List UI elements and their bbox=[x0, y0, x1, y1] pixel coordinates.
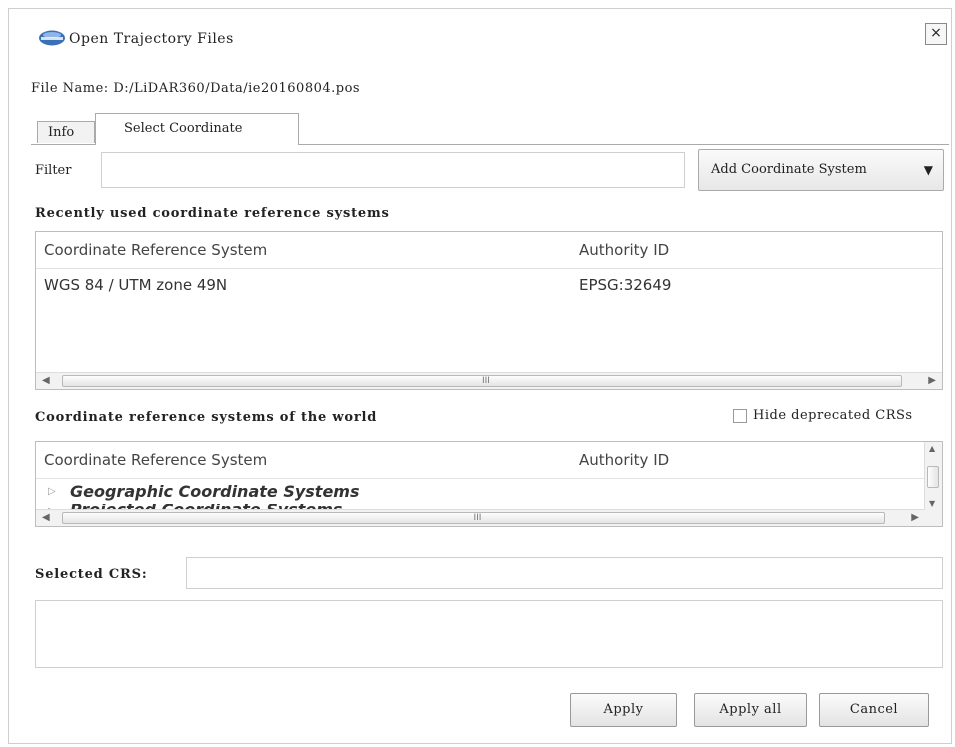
horizontal-scrollbar[interactable]: ◀ III ▶ bbox=[36, 372, 942, 389]
scroll-right-arrow-icon[interactable]: ▶ bbox=[911, 512, 919, 523]
crs-name-cell: WGS 84 / UTM zone 49N bbox=[44, 276, 228, 294]
open-trajectory-dialog: Open Trajectory Files × File Name: D:/Li… bbox=[8, 8, 952, 744]
recent-crs-table-header: Coordinate Reference System Authority ID bbox=[36, 232, 942, 269]
filter-label: Filter bbox=[35, 163, 72, 178]
grip-icon: III bbox=[473, 513, 482, 523]
select-coordinate-panel: Filter Add Coordinate System ▼ Recently … bbox=[31, 144, 949, 670]
scrollbar-thumb[interactable]: III bbox=[62, 375, 902, 387]
scroll-right-arrow-icon[interactable]: ▶ bbox=[928, 375, 936, 386]
tree-item-geographic[interactable]: ▷ Geographic Coordinate Systems bbox=[36, 478, 942, 506]
add-coordinate-system-label: Add Coordinate System bbox=[711, 162, 867, 177]
cancel-button[interactable]: Cancel bbox=[819, 693, 929, 727]
close-button[interactable]: × bbox=[925, 23, 947, 45]
tree-item-label: Geographic Coordinate Systems bbox=[70, 482, 360, 501]
vertical-scrollbar[interactable]: ▲ ▼ bbox=[924, 442, 942, 526]
authority-id-cell: EPSG:32649 bbox=[579, 276, 672, 294]
column-header-authority-id[interactable]: Authority ID bbox=[579, 451, 669, 469]
world-crs-tree[interactable]: Coordinate Reference System Authority ID… bbox=[35, 441, 943, 527]
tab-select-coordinate[interactable]: Select Coordinate bbox=[95, 113, 299, 145]
filter-input[interactable] bbox=[101, 152, 685, 188]
title-bar[interactable]: Open Trajectory Files × bbox=[9, 9, 951, 57]
scroll-left-arrow-icon[interactable]: ◀ bbox=[42, 375, 50, 386]
horizontal-scrollbar[interactable]: ◀ III ▶ bbox=[36, 509, 925, 526]
selected-crs-field[interactable] bbox=[186, 557, 943, 589]
scrollbar-thumb[interactable]: III bbox=[62, 512, 885, 524]
world-crs-table-header: Coordinate Reference System Authority ID bbox=[36, 442, 925, 479]
hide-deprecated-label[interactable]: Hide deprecated CRSs bbox=[753, 408, 913, 423]
scroll-up-arrow-icon[interactable]: ▲ bbox=[929, 444, 935, 453]
crs-description-box bbox=[35, 600, 943, 668]
tab-info[interactable]: Info bbox=[37, 121, 95, 143]
window-title: Open Trajectory Files bbox=[69, 31, 234, 47]
file-name-label: File Name: D:/LiDAR360/Data/ie20160804.p… bbox=[31, 81, 361, 96]
recent-crs-table[interactable]: Coordinate Reference System Authority ID… bbox=[35, 231, 943, 390]
table-row[interactable]: WGS 84 / UTM zone 49N EPSG:32649 bbox=[36, 268, 942, 302]
dropdown-arrow-icon: ▼ bbox=[923, 163, 933, 177]
scrollbar-thumb[interactable] bbox=[927, 466, 939, 488]
world-crs-heading: Coordinate reference systems of the worl… bbox=[35, 410, 378, 425]
add-coordinate-system-button[interactable]: Add Coordinate System ▼ bbox=[698, 149, 944, 191]
apply-all-button[interactable]: Apply all bbox=[694, 693, 807, 727]
hide-deprecated-checkbox[interactable] bbox=[733, 409, 747, 423]
column-header-crs[interactable]: Coordinate Reference System bbox=[44, 451, 267, 469]
scroll-down-arrow-icon[interactable]: ▼ bbox=[929, 499, 935, 508]
column-header-crs[interactable]: Coordinate Reference System bbox=[44, 241, 267, 259]
column-header-authority-id[interactable]: Authority ID bbox=[579, 241, 669, 259]
lidar360-logo-icon bbox=[39, 30, 65, 46]
recent-crs-heading: Recently used coordinate reference syste… bbox=[35, 206, 390, 221]
apply-button[interactable]: Apply bbox=[570, 693, 677, 727]
selected-crs-label: Selected CRS: bbox=[35, 567, 148, 582]
expand-arrow-icon[interactable]: ▷ bbox=[48, 486, 56, 497]
grip-icon: III bbox=[482, 376, 490, 386]
scroll-left-arrow-icon[interactable]: ◀ bbox=[42, 512, 50, 523]
